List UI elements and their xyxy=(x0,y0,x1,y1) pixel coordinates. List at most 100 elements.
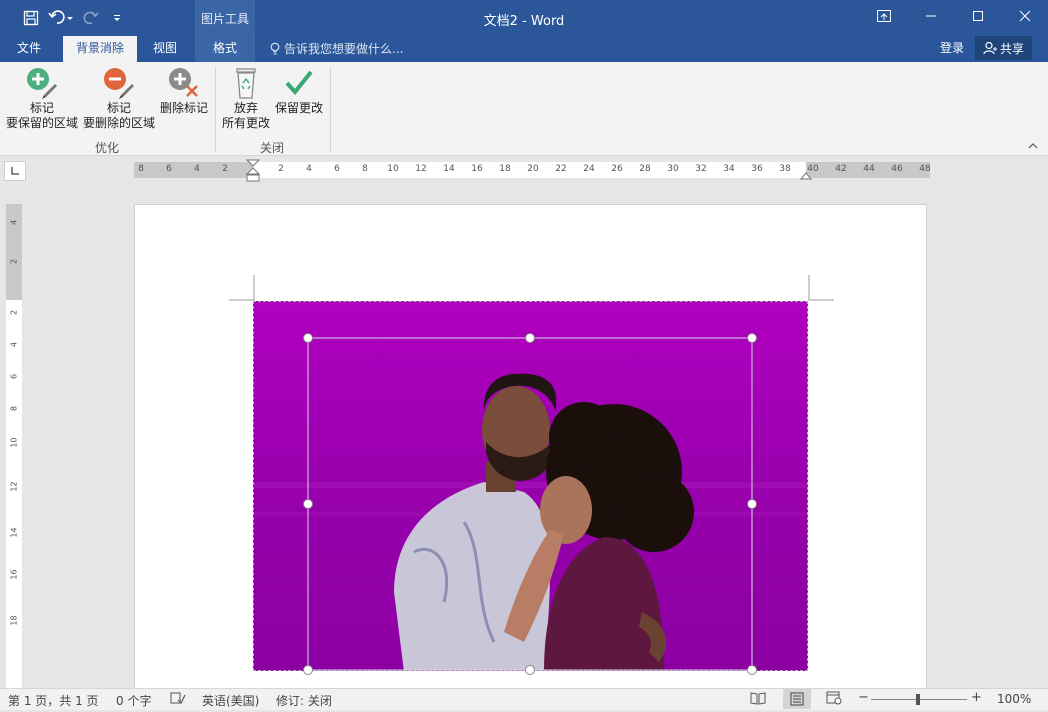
discard-all-changes-button[interactable]: 放弃 所有更改 xyxy=(220,66,272,131)
collapse-ribbon-icon[interactable] xyxy=(1028,142,1038,153)
zoom-slider-thumb[interactable] xyxy=(916,694,920,705)
login-link[interactable]: 登录 xyxy=(940,36,964,60)
window-controls xyxy=(860,0,1048,32)
proofing-icon[interactable] xyxy=(170,691,186,708)
redo-icon[interactable] xyxy=(78,5,104,31)
mark-areas-to-remove-button[interactable]: 标记 要删除的区域 xyxy=(82,66,156,131)
checkmark-icon xyxy=(282,66,316,100)
resize-handle[interactable] xyxy=(747,333,757,343)
word-count[interactable]: 0 个字 xyxy=(116,692,151,709)
mark-remove-line2: 要删除的区域 xyxy=(82,116,155,130)
customize-qat-icon[interactable] xyxy=(104,5,130,31)
ruler-number: 48 xyxy=(919,164,931,174)
ruler-number: 10 xyxy=(9,437,19,448)
mark-keep-line1: 标记 xyxy=(29,101,54,115)
ruler-number: 16 xyxy=(9,569,19,580)
resize-handle[interactable] xyxy=(747,499,757,509)
ruler-number: 26 xyxy=(611,164,623,174)
delete-mark-label: 删除标记 xyxy=(159,101,208,115)
resize-handle[interactable] xyxy=(303,665,313,675)
group-label-close: 关闭 xyxy=(260,141,285,155)
mark-areas-to-keep-button[interactable]: 标记 要保留的区域 xyxy=(5,66,79,131)
ruler-number: 4 xyxy=(306,164,312,174)
tab-format[interactable]: 格式 xyxy=(195,36,255,62)
tab-background-removal[interactable]: 背景消除 xyxy=(63,36,137,62)
recycle-bin-icon xyxy=(229,66,263,100)
ruler-number: 30 xyxy=(667,164,679,174)
resize-handle[interactable] xyxy=(525,333,535,343)
ruler-number: 20 xyxy=(527,164,539,174)
minimize-icon[interactable] xyxy=(907,0,954,32)
page-count[interactable]: 第 1 页，共 1 页 xyxy=(8,692,99,709)
ruler-number: 44 xyxy=(863,164,875,174)
maximize-icon[interactable] xyxy=(954,0,1001,32)
close-icon[interactable] xyxy=(1001,0,1048,32)
share-label: 共享 xyxy=(999,41,1024,56)
ruler-number: 12 xyxy=(415,164,427,174)
context-tab-group-label: 图片工具 xyxy=(200,12,249,26)
ruler-number: 14 xyxy=(9,527,19,538)
keep-changes-label: 保留更改 xyxy=(274,101,323,115)
print-layout-icon[interactable] xyxy=(783,689,811,709)
zoom-in-icon[interactable]: + xyxy=(971,690,982,705)
tab-file[interactable]: 文件 xyxy=(4,36,54,62)
mark-remove-line1: 标记 xyxy=(106,101,131,115)
share-button[interactable]: 共享 xyxy=(975,36,1032,60)
keep-changes-button[interactable]: 保留更改 xyxy=(274,66,324,116)
ruler-number: 14 xyxy=(443,164,455,174)
ruler-number: 2 xyxy=(9,258,19,265)
ruler-number: 2 xyxy=(222,164,228,174)
ruler-number: 16 xyxy=(471,164,483,174)
ruler-number: 34 xyxy=(723,164,735,174)
ribbon-display-options-icon[interactable] xyxy=(860,0,907,32)
ruler-number: 12 xyxy=(9,481,19,492)
tab-view[interactable]: 视图 xyxy=(142,36,188,62)
ribbon: 标记 要保留的区域 标记 要删除的区域 删除标记 优化 放弃 所有更改 保留更改… xyxy=(0,62,1048,156)
delete-mark-icon xyxy=(167,66,201,100)
resize-handle[interactable] xyxy=(747,665,757,675)
indent-marker-icon[interactable] xyxy=(246,159,260,183)
ruler-number: 46 xyxy=(891,164,903,174)
ruler-number: 8 xyxy=(9,405,19,412)
ruler-number: 38 xyxy=(779,164,791,174)
ruler-number: 4 xyxy=(9,341,19,348)
mark-keep-line2: 要保留的区域 xyxy=(5,116,78,130)
tell-me-text: 告诉我您想要做什么... xyxy=(284,42,404,56)
read-mode-icon[interactable] xyxy=(750,691,766,708)
group-separator xyxy=(215,68,216,152)
ruler-number: 28 xyxy=(639,164,651,174)
lightbulb-icon xyxy=(270,42,280,55)
undo-icon[interactable] xyxy=(44,5,78,31)
zoom-out-icon[interactable]: − xyxy=(858,690,869,705)
save-icon[interactable] xyxy=(18,5,44,31)
delete-mark-button[interactable]: 删除标记 xyxy=(158,66,210,116)
tell-me-box[interactable]: 告诉我您想要做什么... xyxy=(270,36,403,62)
track-changes[interactable]: 修订: 关闭 xyxy=(276,692,332,709)
ruler-number: 8 xyxy=(362,164,368,174)
resize-handle[interactable] xyxy=(303,499,313,509)
person-add-icon xyxy=(983,41,997,55)
tab-selector[interactable] xyxy=(4,161,26,181)
ruler-number: 40 xyxy=(807,164,819,174)
vertical-ruler[interactable]: 4 2 2 4 6 8 10 12 14 16 18 xyxy=(6,204,22,688)
resize-handle[interactable] xyxy=(303,333,313,343)
ruler-number: 18 xyxy=(9,615,19,626)
group-label-refine: 优化 xyxy=(95,141,120,155)
crop-mark xyxy=(808,275,834,301)
removal-marquee[interactable] xyxy=(300,330,762,678)
ruler-number: 8 xyxy=(138,164,144,174)
mark-remove-icon xyxy=(102,66,136,100)
web-layout-icon[interactable] xyxy=(826,691,842,708)
discard-line1: 放弃 xyxy=(233,101,258,115)
ruler-number: 24 xyxy=(583,164,595,174)
ruler-number: 4 xyxy=(9,219,19,226)
language[interactable]: 英语(美国) xyxy=(202,692,259,709)
group-separator xyxy=(330,68,331,152)
ruler-number: 32 xyxy=(695,164,707,174)
mark-keep-icon xyxy=(25,66,59,100)
horizontal-ruler[interactable]: 8 6 4 2 2 4 6 8 10 12 14 16 18 20 22 24 26 28 30 32 34 36 38 40… xyxy=(134,159,931,182)
resize-handle[interactable] xyxy=(525,665,535,675)
zoom-level[interactable]: 100% xyxy=(997,692,1031,706)
discard-line2: 所有更改 xyxy=(221,116,270,130)
ruler-number: 6 xyxy=(334,164,340,174)
